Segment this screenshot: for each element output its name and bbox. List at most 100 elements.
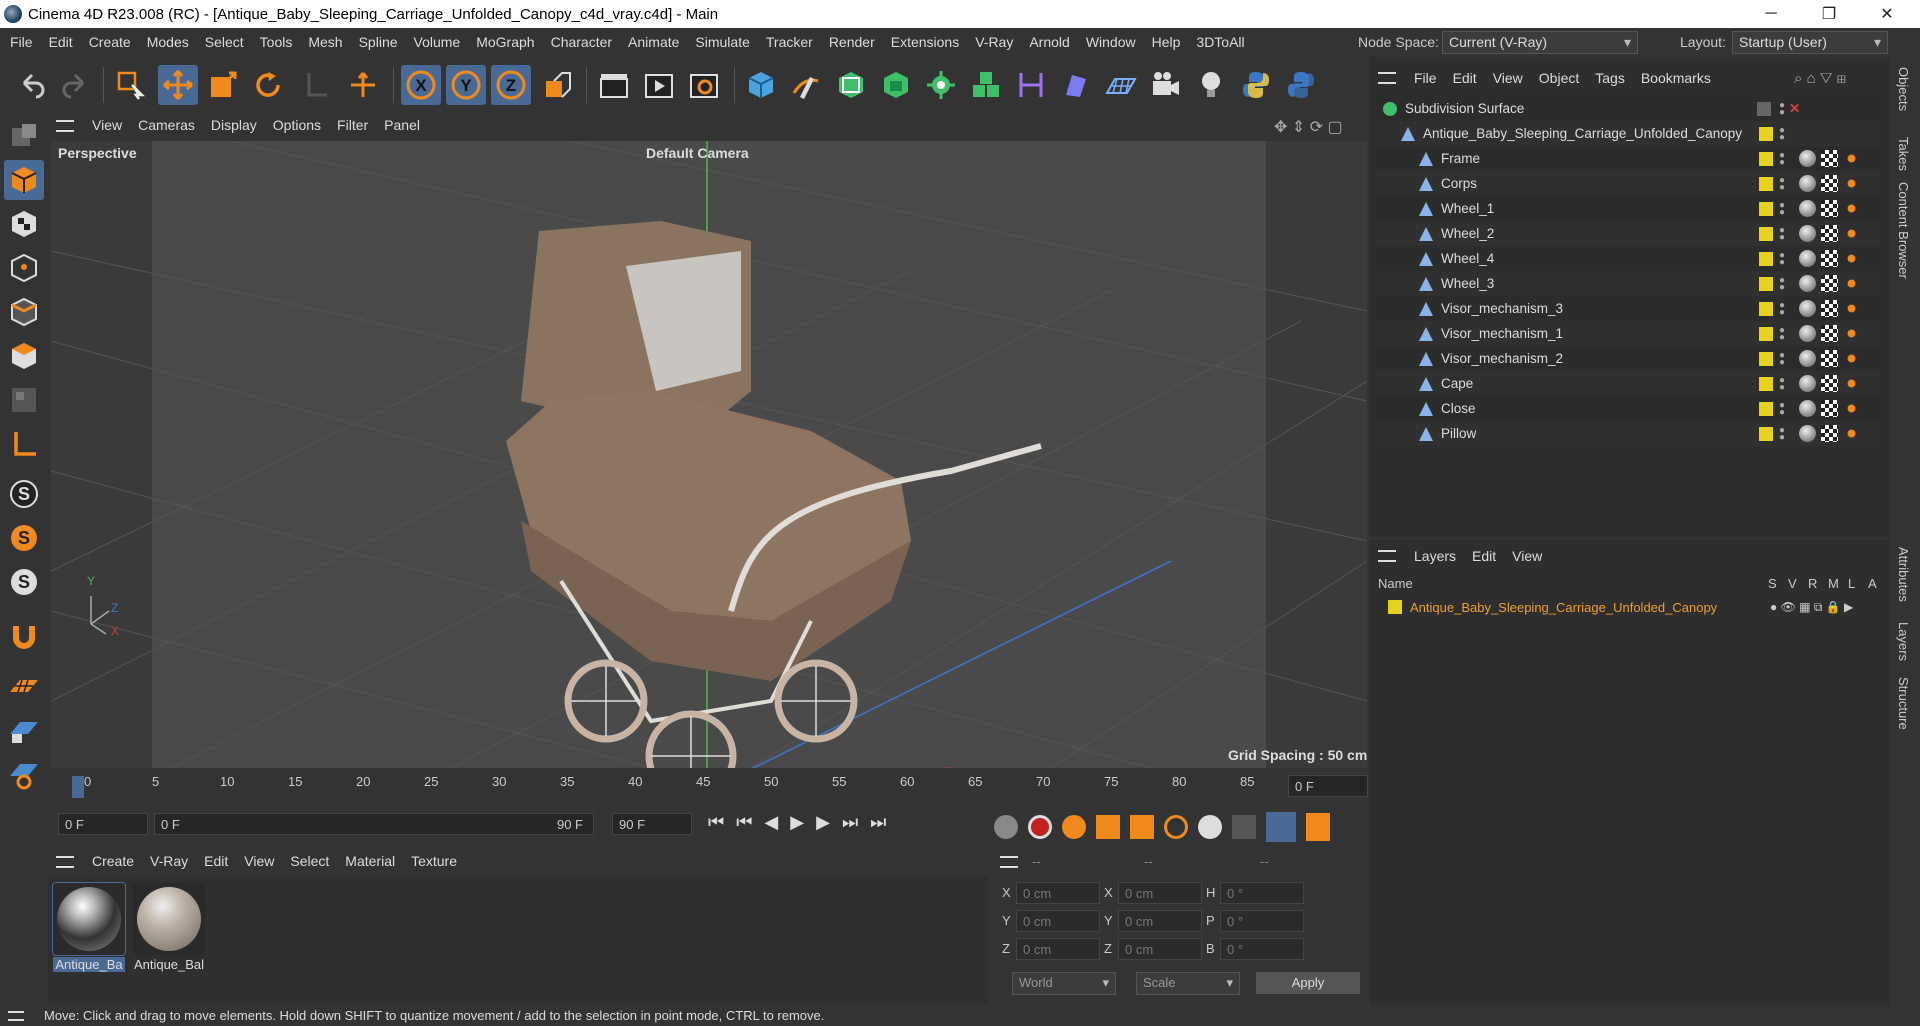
next-key-icon[interactable]: ⏭ <box>842 812 858 833</box>
magnet-button[interactable] <box>4 616 44 656</box>
world-axis-button[interactable] <box>343 65 383 105</box>
texture-mode-button[interactable] <box>4 204 44 244</box>
menu-volume[interactable]: Volume <box>406 28 469 57</box>
render-settings-button[interactable] <box>684 65 724 105</box>
pen-spline-button[interactable] <box>786 65 826 105</box>
layer-color-swatch[interactable] <box>1388 600 1402 614</box>
layer-tag-icon[interactable] <box>1759 326 1773 341</box>
undo-button[interactable] <box>12 65 52 105</box>
axis-mode-button[interactable] <box>4 424 44 464</box>
node-space-select[interactable]: Current (V-Ray) <box>1442 31 1638 54</box>
coord-value-field[interactable]: 0 cm <box>1016 910 1100 932</box>
coordinate-space-select[interactable]: World <box>1012 972 1116 995</box>
object-menu-file[interactable]: File <box>1406 64 1445 93</box>
viewport-menu-panel[interactable]: Panel <box>376 111 428 140</box>
menu-animate[interactable]: Animate <box>620 28 687 57</box>
rotate-tool-button[interactable] <box>248 65 288 105</box>
layer-tag-icon[interactable] <box>1759 276 1773 291</box>
tab-takes[interactable]: Takes <box>1896 137 1911 171</box>
visibility-dots-icon[interactable]: ● ● <box>1779 200 1785 217</box>
move-tool-button[interactable] <box>158 65 198 105</box>
object-search-icons[interactable]: ⌕ ⌂ ▽ ⊞ <box>1794 70 1846 87</box>
tab-objects[interactable]: Objects <box>1896 67 1911 111</box>
viewport-menu-view[interactable]: View <box>84 111 130 140</box>
object-row[interactable]: Cape ● ● <box>1375 371 1880 396</box>
uv-mode-button[interactable] <box>4 380 44 420</box>
texture-tag-icon[interactable] <box>1821 200 1838 217</box>
lock-workplane-button[interactable] <box>4 710 44 750</box>
layer-menu-icon[interactable] <box>1378 550 1396 562</box>
material-item[interactable]: Antique_Ba <box>52 882 126 972</box>
material-menu-texture[interactable]: Texture <box>403 847 465 876</box>
timeline-current-frame[interactable]: 0 F <box>1288 775 1368 797</box>
material-menu-icon[interactable] <box>56 855 74 868</box>
perspective-viewport[interactable]: Y Z X <box>51 141 1367 768</box>
goto-start-icon[interactable]: ⏮ <box>708 812 724 833</box>
rotation-key-icon[interactable] <box>1164 815 1188 839</box>
layer-tag-icon[interactable] <box>1759 401 1773 416</box>
timeline-ruler[interactable]: 051015202530354045505560657075808590 0 F <box>48 770 1368 800</box>
goto-end-icon[interactable]: ⏭ <box>870 812 886 833</box>
viewport-menu-options[interactable]: Options <box>265 111 329 140</box>
layer-tag-icon[interactable] <box>1759 351 1773 366</box>
start-frame-field[interactable]: 0 F <box>58 813 148 835</box>
vray-tag-icon[interactable] <box>1843 350 1860 367</box>
lock-y-axis-button[interactable]: Y <box>446 65 486 105</box>
texture-tag-icon[interactable] <box>1821 175 1838 192</box>
viewport-menu-filter[interactable]: Filter <box>329 111 376 140</box>
mograph-effector-button[interactable] <box>966 65 1006 105</box>
material-tag-icon[interactable] <box>1799 375 1816 392</box>
layer-tag-icon[interactable] <box>1759 301 1773 316</box>
coord-value-field[interactable]: 0 cm <box>1016 882 1100 904</box>
prev-frame-icon[interactable]: ◀ <box>764 812 778 833</box>
object-row[interactable]: Visor_mechanism_3 ● ● <box>1375 296 1880 321</box>
material-tag-icon[interactable] <box>1799 425 1816 442</box>
render-picture-viewer-button[interactable] <box>639 65 679 105</box>
layer-tag-icon[interactable] <box>1759 226 1773 241</box>
tab-layers[interactable]: Layers <box>1896 622 1911 661</box>
size-mode-select[interactable]: Scale <box>1136 972 1240 995</box>
workplane-button[interactable] <box>4 666 44 706</box>
material-tag-icon[interactable] <box>1799 400 1816 417</box>
lock-z-axis-button[interactable]: Z <box>491 65 531 105</box>
object-row[interactable]: Close ● ● <box>1375 396 1880 421</box>
material-menu-view[interactable]: View <box>236 847 282 876</box>
object-row[interactable]: Wheel_2 ● ● <box>1375 221 1880 246</box>
menu-modes[interactable]: Modes <box>139 28 197 57</box>
object-row[interactable]: Wheel_4 ● ● <box>1375 246 1880 271</box>
vray-tag-icon[interactable] <box>1843 250 1860 267</box>
layer-tag-icon[interactable] <box>1759 151 1773 166</box>
python-script-2-button[interactable] <box>1281 65 1321 105</box>
planar-workplane-button[interactable] <box>4 754 44 794</box>
model-mode-button[interactable] <box>4 160 44 200</box>
material-menu-vray[interactable]: V-Ray <box>142 847 196 876</box>
object-row[interactable]: Corps ● ● <box>1375 171 1880 196</box>
visibility-dots-icon[interactable]: ● ● <box>1779 300 1785 317</box>
deformer-button[interactable] <box>1011 65 1051 105</box>
layer-row[interactable]: Antique_Baby_Sleeping_Carriage_Unfolded_… <box>1388 597 1888 617</box>
pla-key-icon[interactable] <box>1232 815 1256 839</box>
menu-character[interactable]: Character <box>543 28 620 57</box>
camera-label[interactable]: Default Camera <box>646 145 749 161</box>
live-selection-button[interactable] <box>110 65 150 105</box>
layer-tag-icon[interactable] <box>1759 176 1773 191</box>
group-row[interactable]: Antique_Baby_Sleeping_Carriage_Unfolded_… <box>1375 121 1880 146</box>
snap-button[interactable]: S <box>4 474 44 514</box>
tab-structure[interactable]: Structure <box>1896 677 1911 730</box>
play-icon[interactable]: ▶ <box>790 812 804 833</box>
visibility-dots-icon[interactable]: ● ● <box>1779 325 1785 342</box>
object-menu-bookmarks[interactable]: Bookmarks <box>1633 64 1719 93</box>
visibility-dots-icon[interactable]: ● ● <box>1779 400 1785 417</box>
coord-value-field[interactable]: 0 ° <box>1220 910 1304 932</box>
material-menu-material[interactable]: Material <box>337 847 403 876</box>
menu-help[interactable]: Help <box>1144 28 1189 57</box>
vray-tag-icon[interactable] <box>1843 300 1860 317</box>
object-menu-tags[interactable]: Tags <box>1587 64 1633 93</box>
vray-tag-icon[interactable] <box>1843 150 1860 167</box>
coords-menu-icon[interactable] <box>1000 856 1018 868</box>
deactivate-icon[interactable]: ✕ <box>1789 101 1800 117</box>
light-button[interactable] <box>1191 65 1231 105</box>
keyframe-selection-icon[interactable] <box>1062 815 1086 839</box>
polygon-mode-button[interactable] <box>4 336 44 376</box>
layer-menu-edit[interactable]: Edit <box>1464 542 1504 571</box>
